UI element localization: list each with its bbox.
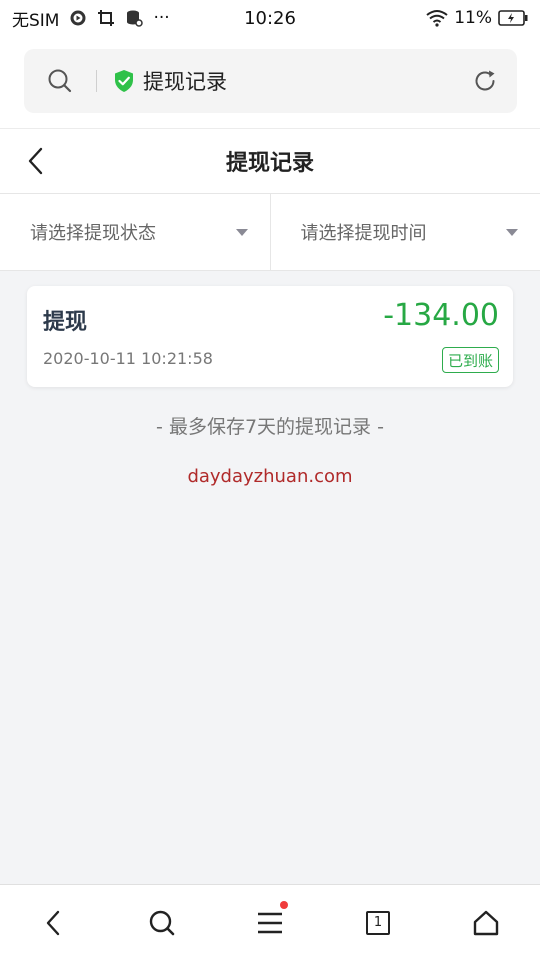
withdrawal-record-card[interactable]: 提现 -134.00 2020-10-11 10:21:58 已到账 [27,286,513,387]
tabs-icon[interactable]: 1 [346,891,410,955]
status-bar: 无SIM ··· 10:26 11% [0,0,540,36]
menu-icon[interactable] [238,891,302,955]
storage-icon [125,9,144,27]
filter-bar: 请选择提现状态 请选择提现时间 [0,194,540,271]
search-icon[interactable] [24,49,96,113]
browser-bottom-nav: 1 [0,884,540,960]
chevron-left-icon[interactable] [12,137,60,185]
browser-toolbar: 提现记录 [0,36,540,128]
battery-percent: 11% [454,8,492,28]
battery-charging-icon [498,10,528,26]
address-title: 提现记录 [143,70,227,94]
time-filter-label: 请选择提现时间 [300,223,427,244]
status-filter-dropdown[interactable]: 请选择提现状态 [0,194,270,270]
media-icon [69,9,87,27]
caret-down-icon [235,228,248,236]
shield-check-icon [113,69,135,93]
watermark-text: daydayzhuan.com [187,466,353,487]
wifi-icon [426,9,448,27]
page-header: 提现记录 [0,128,540,194]
carrier-label: 无SIM [12,10,60,31]
record-time: 2020-10-11 10:21:58 [43,349,213,368]
caret-down-icon [506,228,518,236]
record-amount: -134.00 [383,298,499,333]
tab-count: 1 [366,910,390,935]
notification-dot [280,900,288,909]
status-filter-label: 请选择提现状态 [30,223,156,244]
address-divider [96,70,97,92]
search-icon[interactable] [130,891,194,955]
page-title: 提现记录 [225,151,314,176]
time-filter-dropdown[interactable]: 请选择提现时间 [269,194,540,270]
back-icon[interactable] [22,891,86,955]
address-bar[interactable]: 提现记录 [24,49,517,113]
status-badge: 已到账 [441,347,499,373]
more-dots-icon: ··· [153,8,170,28]
home-icon[interactable] [454,891,518,955]
record-title: 提现 [43,310,88,335]
retention-note: - 最多保存7天的提现记录 - [156,416,384,438]
reload-icon[interactable] [453,49,517,113]
screenshot-icon [97,9,115,27]
